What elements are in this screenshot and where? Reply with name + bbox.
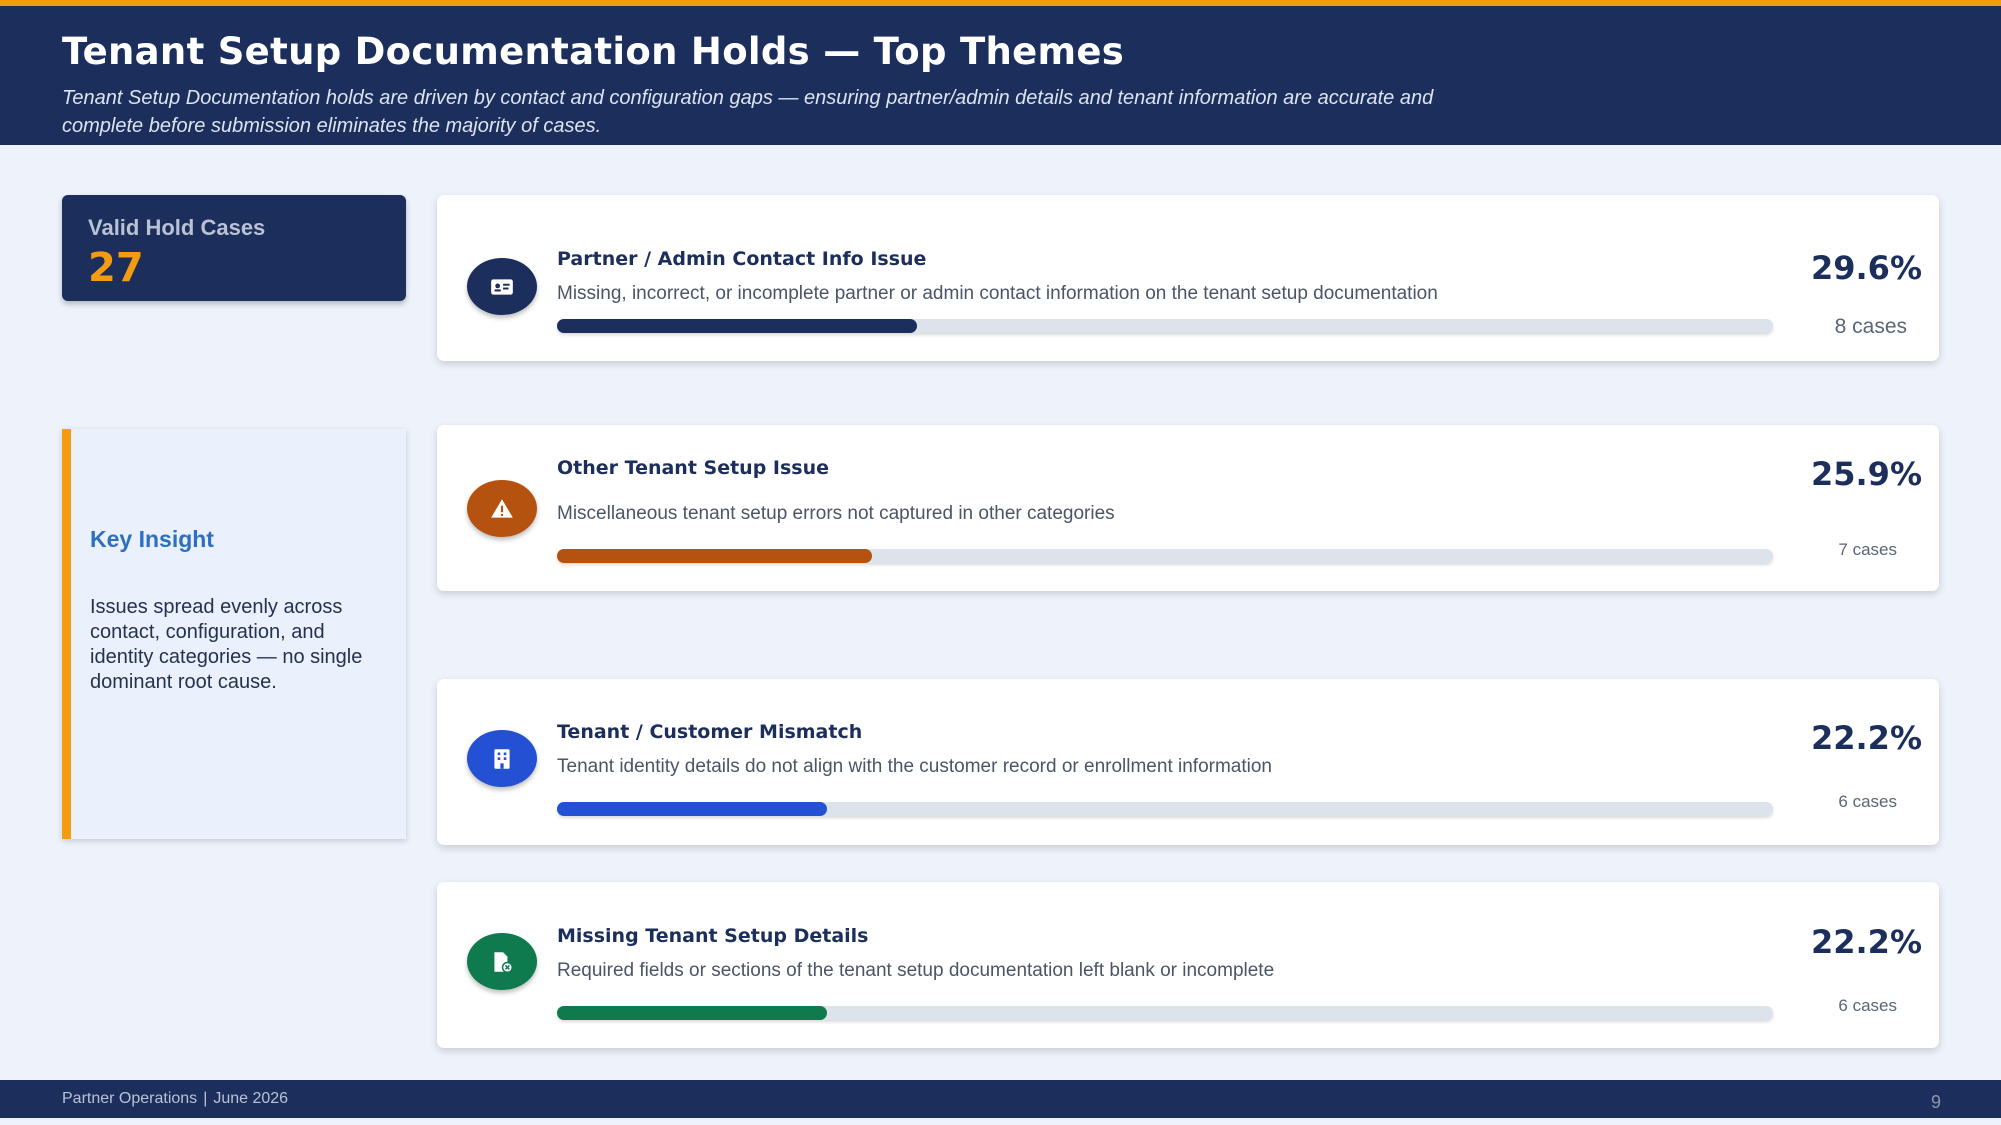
theme-progress-track (557, 802, 1773, 816)
theme-card-other-setup: Other Tenant Setup Issue Miscellaneous t… (437, 425, 1939, 591)
footer-org: Partner Operations (62, 1090, 198, 1107)
theme-percent: 22.2% (1810, 923, 1922, 961)
theme-case-count: 8 cases (1834, 315, 1907, 338)
footer-bar: Partner Operations | June 2026 9 (0, 1080, 2001, 1118)
footer-separator: | (203, 1090, 208, 1107)
theme-progress-track (557, 319, 1773, 333)
valid-hold-cases-card: Valid Hold Cases 27 (62, 195, 406, 301)
theme-card-customer-mismatch: Tenant / Customer Mismatch Tenant identi… (437, 679, 1939, 845)
theme-card-missing-details: Missing Tenant Setup Details Required fi… (437, 882, 1939, 1048)
header-banner: Tenant Setup Documentation Holds — Top T… (0, 6, 2001, 145)
theme-title: Missing Tenant Setup Details (557, 925, 869, 947)
theme-icon-badge (467, 258, 537, 315)
insight-title: Key Insight (90, 526, 214, 552)
theme-progress-fill (557, 1006, 827, 1020)
theme-percent: 25.9% (1810, 455, 1922, 493)
theme-icon-badge (467, 480, 537, 537)
theme-card-contact-info: Partner / Admin Contact Info Issue Missi… (437, 195, 1939, 361)
theme-title: Other Tenant Setup Issue (557, 457, 830, 479)
theme-icon-badge (467, 730, 537, 787)
theme-description: Missing, incorrect, or incomplete partne… (557, 283, 1438, 304)
building-icon (494, 748, 510, 769)
footer-credit: Partner Operations | June 2026 (62, 1090, 288, 1108)
warning-icon (491, 498, 513, 518)
footer-date: June 2026 (213, 1090, 289, 1107)
theme-percent: 29.6% (1810, 249, 1922, 287)
page-title: Tenant Setup Documentation Holds — Top T… (62, 30, 1125, 73)
key-insight-panel: Key Insight Issues spread evenly across … (62, 429, 406, 839)
theme-percent: 22.2% (1810, 719, 1922, 757)
theme-case-count: 6 cases (1838, 996, 1897, 1015)
theme-case-count: 6 cases (1838, 792, 1897, 811)
theme-icon-badge (467, 933, 537, 990)
theme-progress-track (557, 549, 1773, 563)
theme-description: Tenant identity details do not align wit… (557, 756, 1272, 777)
id-card-icon (491, 278, 513, 295)
theme-title: Tenant / Customer Mismatch (557, 721, 863, 743)
stat-label: Valid Hold Cases (88, 215, 266, 240)
theme-description: Miscellaneous tenant setup errors not ca… (557, 503, 1115, 524)
theme-progress-fill (557, 549, 872, 563)
theme-progress-track (557, 1006, 1773, 1020)
theme-progress-fill (557, 319, 917, 333)
page-subtitle: Tenant Setup Documentation holds are dri… (62, 87, 1434, 137)
file-missing-icon (494, 951, 514, 973)
insight-body: Issues spread evenly across contact, con… (90, 596, 363, 693)
theme-description: Required fields or sections of the tenan… (557, 960, 1275, 981)
page-number: 9 (1930, 1092, 1941, 1112)
theme-case-count: 7 cases (1838, 540, 1897, 559)
stat-value: 27 (88, 245, 144, 291)
theme-title: Partner / Admin Contact Info Issue (557, 248, 927, 270)
theme-progress-fill (557, 802, 827, 816)
